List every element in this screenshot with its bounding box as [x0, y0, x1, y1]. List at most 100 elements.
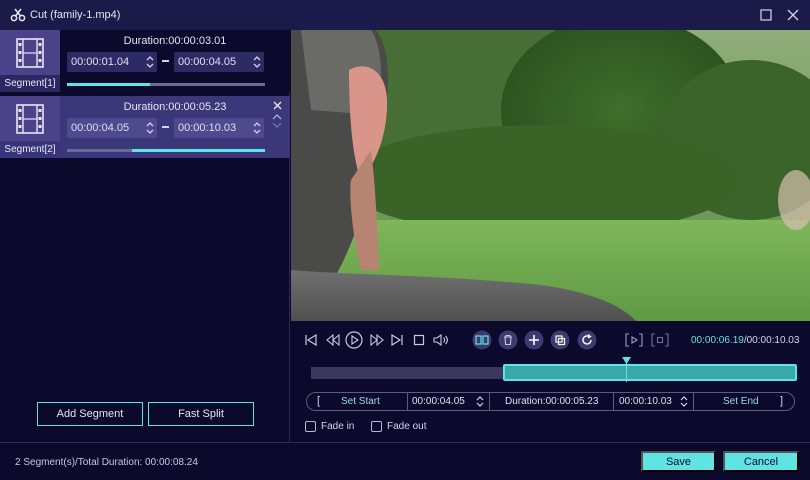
delete-button[interactable] — [498, 330, 518, 350]
spinner-arrows-icon[interactable] — [476, 395, 484, 408]
range-dash — [162, 60, 169, 62]
skip-to-end-button[interactable] — [388, 331, 406, 349]
segment-end-value: 00:00:04.05 — [178, 56, 237, 68]
title-bar: Cut (family-1.mp4) — [0, 0, 810, 30]
spinner-arrows-icon[interactable] — [146, 55, 154, 69]
copy-icon — [550, 330, 570, 350]
trim-duration: Duration:00:00:05.23 — [505, 396, 599, 407]
split-icon — [472, 330, 492, 350]
segment-start-value: 00:00:01.04 — [71, 56, 130, 68]
fast-split-button[interactable]: Fast Split — [148, 402, 254, 426]
segment-duration: Duration:00:00:05.23 — [123, 101, 227, 113]
fast-forward-icon — [370, 334, 384, 346]
footer-bar: 2 Segment(s)/Total Duration: 00:00:08.24… — [0, 442, 810, 480]
skip-end-icon — [391, 334, 403, 346]
close-icon — [273, 101, 281, 109]
segment-item-selected[interactable]: Segment[2] Duration:00:00:05.23 00:00:04… — [0, 96, 290, 158]
segment-start-value: 00:00:04.05 — [71, 122, 130, 134]
divider — [693, 393, 694, 410]
spinner-arrows-icon[interactable] — [253, 121, 261, 135]
close-button[interactable] — [784, 6, 802, 24]
segment-start-time[interactable]: 00:00:04.05 — [67, 118, 157, 138]
spinner-arrows-icon[interactable] — [680, 395, 688, 408]
trim-time-bar: [ Set Start 00:00:04.05 Duration:00:00:0… — [306, 392, 795, 411]
fade-in-option[interactable]: Fade in — [305, 421, 354, 432]
close-bracket: ] — [780, 395, 784, 407]
stop-button[interactable] — [410, 331, 428, 349]
segment-progress-track — [67, 83, 265, 86]
maximize-button[interactable] — [757, 6, 775, 24]
maximize-icon — [760, 9, 772, 21]
segment-progress-fill — [67, 83, 151, 86]
playhead-marker-icon[interactable] — [621, 357, 631, 364]
segment-end-value: 00:00:10.03 — [178, 122, 237, 134]
mark-in-button[interactable] — [625, 331, 643, 349]
bracket-stop-icon — [651, 333, 669, 347]
segment-label: Segment[1] — [0, 75, 60, 92]
fade-out-checkbox[interactable] — [371, 421, 382, 432]
segment-end-time[interactable]: 00:00:04.05 — [174, 52, 264, 72]
end-time-value[interactable]: 00:00:10.03 — [619, 393, 672, 410]
cancel-button[interactable]: Cancel — [723, 451, 799, 472]
delete-segment-button[interactable] — [270, 100, 284, 110]
segment-duration: Duration:00:00:03.01 — [123, 35, 227, 47]
segment-thumbnail: Segment[1] — [0, 30, 60, 92]
trash-icon — [498, 330, 518, 350]
fade-out-label: Fade out — [387, 421, 427, 432]
segment-end-time[interactable]: 00:00:10.03 — [174, 118, 264, 138]
segment-summary: 2 Segment(s)/Total Duration: 00:00:08.24 — [15, 457, 198, 468]
scissors-icon — [10, 8, 26, 22]
bracket-play-icon — [625, 333, 643, 347]
save-button[interactable]: Save — [641, 451, 716, 472]
spinner-arrows-icon[interactable] — [146, 121, 154, 135]
previous-frame-button[interactable] — [324, 331, 342, 349]
fade-out-option[interactable]: Fade out — [371, 421, 426, 432]
add-button[interactable] — [524, 330, 544, 350]
skip-start-icon — [305, 334, 317, 346]
rewind-icon — [326, 334, 340, 346]
reset-button[interactable] — [577, 330, 597, 350]
film-icon — [16, 38, 44, 68]
segment-progress-track — [67, 149, 265, 152]
player-controls: 00:00:06.19/00:00:10.03 [ Set Start 00:0… — [291, 321, 810, 442]
segment-thumbnail: Segment[2] — [0, 96, 60, 158]
current-time: 00:00:06.19 — [691, 335, 744, 346]
play-button[interactable] — [345, 331, 363, 349]
volume-button[interactable] — [432, 331, 450, 349]
total-time: /00:00:10.03 — [743, 335, 800, 346]
stop-icon — [413, 334, 425, 346]
divider — [613, 393, 614, 410]
add-segment-button[interactable]: Add Segment — [37, 402, 143, 426]
segment-progress-fill — [131, 149, 265, 152]
refresh-icon — [577, 330, 597, 350]
start-time-value[interactable]: 00:00:04.05 — [412, 393, 465, 410]
split-button[interactable] — [472, 330, 492, 350]
chevron-down-icon — [272, 122, 282, 128]
copy-button[interactable] — [550, 330, 570, 350]
set-start-button[interactable]: Set Start — [341, 393, 380, 410]
segment-start-time[interactable]: 00:00:01.04 — [67, 52, 157, 72]
segment-label: Segment[2] — [0, 141, 60, 158]
next-frame-button[interactable] — [368, 331, 386, 349]
set-end-button[interactable]: Set End — [723, 393, 759, 410]
time-readout: 00:00:06.19/00:00:10.03 — [691, 335, 799, 346]
volume-icon — [433, 334, 448, 346]
move-down-button[interactable] — [270, 120, 284, 130]
mark-out-button[interactable] — [651, 331, 669, 349]
fade-in-label: Fade in — [321, 421, 355, 432]
skip-to-start-button[interactable] — [302, 331, 320, 349]
film-icon — [16, 104, 44, 134]
play-icon — [345, 331, 363, 349]
segment-list-panel: Segment[1] Duration:00:00:03.01 00:00:01… — [0, 30, 290, 442]
open-bracket: [ — [317, 395, 321, 407]
close-icon — [787, 9, 799, 21]
divider — [489, 393, 490, 410]
spinner-arrows-icon[interactable] — [253, 55, 261, 69]
plus-icon — [524, 330, 544, 350]
video-preview[interactable] — [291, 30, 810, 321]
segment-item[interactable]: Segment[1] Duration:00:00:03.01 00:00:01… — [0, 30, 290, 92]
fade-in-checkbox[interactable] — [305, 421, 316, 432]
timeline-selection[interactable] — [502, 364, 797, 381]
range-dash — [162, 126, 169, 128]
divider — [407, 393, 408, 410]
